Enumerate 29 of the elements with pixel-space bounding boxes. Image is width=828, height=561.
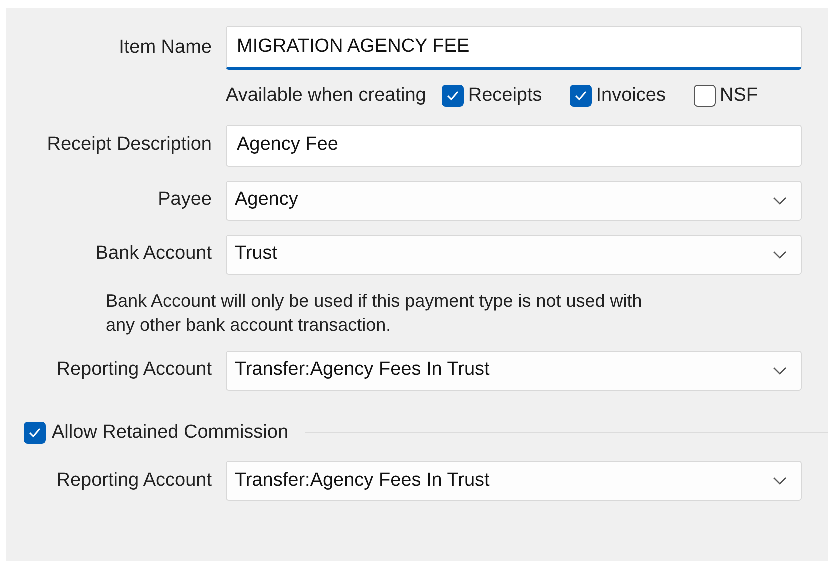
checkbox-label: Allow Retained Commission	[52, 420, 289, 444]
chevron-down-icon	[773, 477, 787, 485]
field-label: Receipt Description	[47, 133, 212, 158]
checkbox[interactable]	[442, 85, 464, 108]
note-text: Bank Account will only be used if this payment type is not used with any other bank account transaction.	[106, 290, 644, 336]
checkbox-label: NSF	[720, 84, 758, 108]
checkbox-label: Receipts	[468, 84, 542, 108]
dropdown[interactable]: Trust	[226, 234, 802, 274]
input-field[interactable]: MIGRATION AGENCY FEE	[226, 26, 802, 70]
checkbox[interactable]	[694, 85, 716, 108]
checkmark-icon	[29, 428, 41, 438]
chevron-down-icon	[773, 250, 787, 258]
checkbox[interactable]	[570, 85, 592, 108]
field-label: Bank Account	[96, 242, 212, 266]
checkmark-icon	[447, 91, 460, 102]
field-label: Available when creating	[226, 84, 426, 108]
chevron-down-icon	[773, 366, 787, 374]
dropdown[interactable]: Agency	[226, 180, 802, 220]
checkmark-icon	[575, 91, 588, 102]
field-label: Reporting Account	[56, 468, 212, 493]
field-label: Item Name	[119, 36, 212, 60]
checkbox[interactable]	[24, 422, 46, 444]
field-label: Reporting Account	[56, 358, 212, 382]
dropdown[interactable]: Transfer:Agency Fees In Trust	[226, 350, 802, 390]
input-field[interactable]: Agency Fee	[226, 124, 802, 166]
field-label: Payee	[158, 188, 212, 212]
dropdown[interactable]: Transfer:Agency Fees In Trust	[226, 461, 802, 501]
chevron-down-icon	[773, 196, 787, 204]
checkbox-label: Invoices	[596, 84, 666, 108]
